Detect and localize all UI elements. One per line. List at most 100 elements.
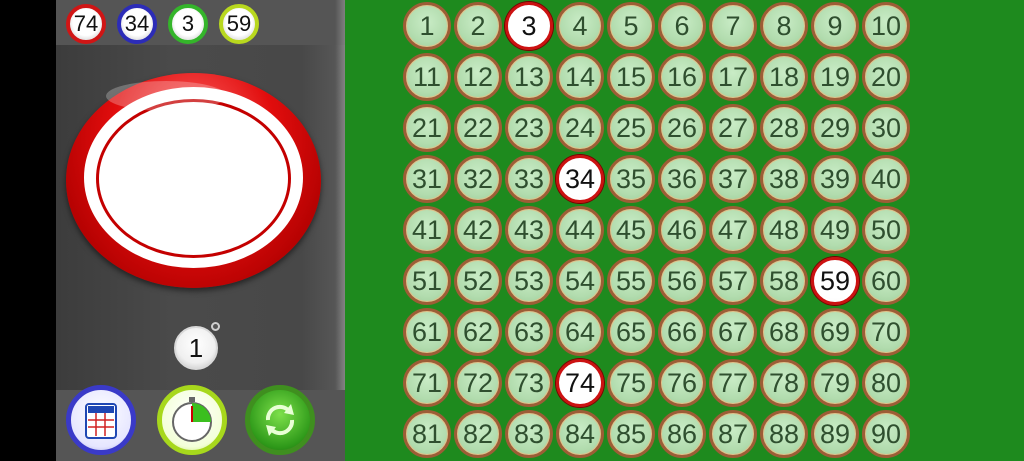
board-number[interactable]: 66 bbox=[658, 308, 706, 356]
board-number[interactable]: 69 bbox=[811, 308, 859, 356]
board-number[interactable]: 11 bbox=[403, 53, 451, 101]
board-number[interactable]: 14 bbox=[556, 53, 604, 101]
board-number[interactable]: 42 bbox=[454, 206, 502, 254]
board-number[interactable]: 49 bbox=[811, 206, 859, 254]
number-board: 1 2 3 4 5 6 7 8 9 10 11 12 13 14 15 16 17 18 19 20 21 22 23 24 2… bbox=[345, 0, 1024, 461]
board-number[interactable]: 67 bbox=[709, 308, 757, 356]
board-number[interactable]: 79 bbox=[811, 359, 859, 407]
board-number[interactable]: 63 bbox=[505, 308, 553, 356]
board-number[interactable]: 77 bbox=[709, 359, 757, 407]
board-number[interactable]: 57 bbox=[709, 257, 757, 305]
timer-button[interactable] bbox=[157, 385, 227, 455]
board-number[interactable]: 7 bbox=[709, 2, 757, 50]
board-number[interactable]: 50 bbox=[862, 206, 910, 254]
board-number[interactable]: 2 bbox=[454, 2, 502, 50]
board-number[interactable]: 78 bbox=[760, 359, 808, 407]
board-number[interactable]: 9 bbox=[811, 2, 859, 50]
recent-ball: 59 bbox=[219, 4, 259, 44]
board-number[interactable]: 73 bbox=[505, 359, 553, 407]
board-number[interactable]: 16 bbox=[658, 53, 706, 101]
board-number[interactable]: 37 bbox=[709, 155, 757, 203]
board-number[interactable]: 52 bbox=[454, 257, 502, 305]
board-number[interactable]: 5 bbox=[607, 2, 655, 50]
board-number[interactable]: 45 bbox=[607, 206, 655, 254]
board-number[interactable]: 36 bbox=[658, 155, 706, 203]
board-number[interactable]: 6 bbox=[658, 2, 706, 50]
board-number[interactable]: 18 bbox=[760, 53, 808, 101]
board-number[interactable]: 60 bbox=[862, 257, 910, 305]
board-number[interactable]: 32 bbox=[454, 155, 502, 203]
board-number[interactable]: 17 bbox=[709, 53, 757, 101]
stopwatch-icon bbox=[172, 397, 212, 442]
board-number[interactable]: 80 bbox=[862, 359, 910, 407]
board-number[interactable]: 65 bbox=[607, 308, 655, 356]
board-number[interactable]: 28 bbox=[760, 104, 808, 152]
board-number[interactable]: 62 bbox=[454, 308, 502, 356]
board-number[interactable]: 27 bbox=[709, 104, 757, 152]
board-number[interactable]: 86 bbox=[658, 410, 706, 458]
called-count-value: 1 bbox=[188, 332, 204, 363]
board-number[interactable]: 74 bbox=[556, 359, 604, 407]
board-number[interactable]: 39 bbox=[811, 155, 859, 203]
board-number[interactable]: 43 bbox=[505, 206, 553, 254]
board-number[interactable]: 64 bbox=[556, 308, 604, 356]
recent-ball: 3 bbox=[168, 4, 208, 44]
board-number[interactable]: 90 bbox=[862, 410, 910, 458]
board-number[interactable]: 55 bbox=[607, 257, 655, 305]
board-number[interactable]: 72 bbox=[454, 359, 502, 407]
board-number[interactable]: 1 bbox=[403, 2, 451, 50]
cards-button[interactable] bbox=[66, 385, 136, 455]
board-number[interactable]: 41 bbox=[403, 206, 451, 254]
board-number[interactable]: 89 bbox=[811, 410, 859, 458]
board-number[interactable]: 53 bbox=[505, 257, 553, 305]
board-number[interactable]: 8 bbox=[760, 2, 808, 50]
board-number[interactable]: 44 bbox=[556, 206, 604, 254]
board-number[interactable]: 46 bbox=[658, 206, 706, 254]
board-number[interactable]: 54 bbox=[556, 257, 604, 305]
board-number[interactable]: 30 bbox=[862, 104, 910, 152]
board-number[interactable]: 34 bbox=[556, 155, 604, 203]
board-number[interactable]: 31 bbox=[403, 155, 451, 203]
current-ball[interactable] bbox=[66, 73, 321, 288]
board-number[interactable]: 58 bbox=[760, 257, 808, 305]
board-number[interactable]: 22 bbox=[454, 104, 502, 152]
board-number[interactable]: 68 bbox=[760, 308, 808, 356]
board-number[interactable]: 85 bbox=[607, 410, 655, 458]
board-number[interactable]: 3 bbox=[505, 2, 553, 50]
reset-button[interactable] bbox=[245, 385, 315, 455]
board-number[interactable]: 29 bbox=[811, 104, 859, 152]
board-number[interactable]: 12 bbox=[454, 53, 502, 101]
board-number[interactable]: 48 bbox=[760, 206, 808, 254]
board-number[interactable]: 56 bbox=[658, 257, 706, 305]
board-number[interactable]: 76 bbox=[658, 359, 706, 407]
board-number[interactable]: 25 bbox=[607, 104, 655, 152]
board-number[interactable]: 71 bbox=[403, 359, 451, 407]
board-number[interactable]: 38 bbox=[760, 155, 808, 203]
board-number[interactable]: 4 bbox=[556, 2, 604, 50]
board-number[interactable]: 13 bbox=[505, 53, 553, 101]
board-number[interactable]: 59 bbox=[811, 257, 859, 305]
board-number[interactable]: 10 bbox=[862, 2, 910, 50]
board-number[interactable]: 70 bbox=[862, 308, 910, 356]
board-number[interactable]: 88 bbox=[760, 410, 808, 458]
board-number[interactable]: 51 bbox=[403, 257, 451, 305]
board-number[interactable]: 87 bbox=[709, 410, 757, 458]
board-number[interactable]: 19 bbox=[811, 53, 859, 101]
board-number[interactable]: 75 bbox=[607, 359, 655, 407]
board-number[interactable]: 33 bbox=[505, 155, 553, 203]
board-number[interactable]: 23 bbox=[505, 104, 553, 152]
board-number[interactable]: 20 bbox=[862, 53, 910, 101]
board-number[interactable]: 26 bbox=[658, 104, 706, 152]
board-number[interactable]: 81 bbox=[403, 410, 451, 458]
board-number[interactable]: 15 bbox=[607, 53, 655, 101]
board-number[interactable]: 47 bbox=[709, 206, 757, 254]
board-number[interactable]: 40 bbox=[862, 155, 910, 203]
board-number[interactable]: 84 bbox=[556, 410, 604, 458]
board-number[interactable]: 24 bbox=[556, 104, 604, 152]
board-number[interactable]: 61 bbox=[403, 308, 451, 356]
board-number[interactable]: 35 bbox=[607, 155, 655, 203]
board-number[interactable]: 83 bbox=[505, 410, 553, 458]
board-number[interactable]: 21 bbox=[403, 104, 451, 152]
board-number[interactable]: 82 bbox=[454, 410, 502, 458]
badge-knob bbox=[211, 322, 220, 331]
